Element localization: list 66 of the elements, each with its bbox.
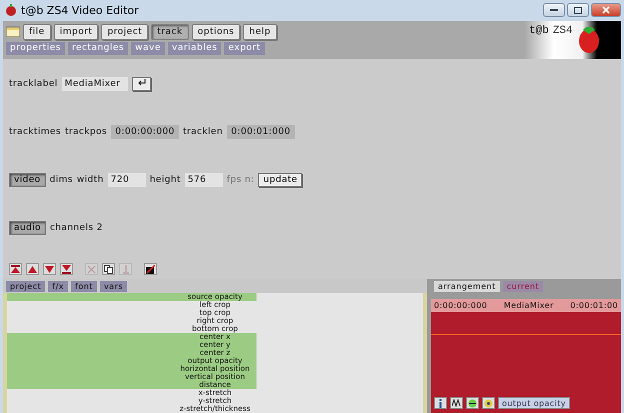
folder-icon[interactable] [6, 26, 20, 38]
track-name: MediaMixer [504, 301, 554, 310]
wave-button[interactable] [450, 397, 463, 409]
paste-icon [121, 264, 130, 274]
field-label: tracktimes [9, 127, 61, 137]
start-time: 0:00:00:000 [434, 301, 488, 310]
panel-tab[interactable]: f/x [48, 281, 68, 292]
toolbar-button[interactable] [60, 263, 73, 275]
move-to-bottom-icon [62, 264, 71, 274]
width-field[interactable]: 720 [108, 173, 146, 187]
window-title: t@b ZS4 Video Editor [21, 4, 140, 17]
field-label: dims [50, 175, 73, 185]
scissors-icon [87, 264, 96, 274]
move-to-top-icon [11, 264, 20, 274]
panel-tab[interactable]: font [71, 281, 97, 292]
menu-button[interactable]: options [192, 24, 240, 40]
info-icon [438, 398, 443, 408]
panel-tab[interactable]: vars [100, 281, 128, 292]
output-opacity-button[interactable]: output opacity [498, 397, 570, 409]
panel-tab[interactable]: arrangement [434, 281, 500, 292]
menu-button[interactable]: help [243, 24, 277, 40]
wave-icon [452, 399, 461, 407]
triangle-down-icon [45, 266, 54, 272]
track-label-field[interactable]: MediaMixer [62, 77, 128, 91]
logo-text: t@b [529, 24, 549, 37]
menu-button[interactable]: project [101, 24, 148, 40]
toolbar-button[interactable] [144, 263, 157, 275]
minimize-button[interactable] [543, 3, 565, 18]
close-icon [602, 6, 610, 14]
field-label: tracklabel [9, 79, 58, 89]
field-label: fps n: [226, 175, 254, 185]
height-field[interactable]: 576 [184, 173, 223, 187]
close-button[interactable] [591, 3, 621, 18]
toolbar-button[interactable] [9, 263, 22, 275]
audio-toggle[interactable]: audio [9, 221, 46, 235]
field-label: width [76, 175, 104, 185]
update-button[interactable]: update [258, 173, 302, 187]
menu-button[interactable]: file [23, 24, 51, 40]
video-toggle[interactable]: video [9, 173, 46, 187]
triangle-up-icon [28, 266, 37, 272]
field-label: channels 2 [50, 223, 103, 233]
connect-button[interactable] [466, 397, 479, 409]
maximize-button[interactable] [567, 3, 589, 18]
marker-button[interactable] [482, 397, 495, 409]
field-label: height [150, 175, 181, 185]
connector-icon [468, 398, 477, 408]
field-label: tracklen [182, 127, 223, 137]
menu-button[interactable]: track [151, 24, 189, 40]
track-length-field[interactable]: 0:00:01:000 [226, 125, 295, 139]
field-label: trackpos [64, 127, 107, 137]
minimize-icon [550, 8, 558, 12]
enter-button[interactable] [132, 77, 151, 91]
return-icon [136, 79, 146, 86]
menu-button[interactable]: import [54, 24, 98, 40]
strawberry-icon [576, 24, 601, 55]
track-position-field[interactable]: 0:00:00:000 [110, 125, 179, 139]
circle-icon [484, 398, 493, 408]
copy-icon [104, 264, 113, 274]
panel-tab[interactable]: project [6, 281, 46, 292]
logo-text: ZS4 [552, 24, 573, 37]
toolbar-button[interactable] [102, 263, 115, 275]
info-button[interactable] [434, 397, 447, 409]
delete-icon [146, 264, 155, 274]
end-time: 0:00:01:00 [570, 301, 618, 310]
maximize-icon [574, 6, 582, 14]
app-icon [5, 4, 17, 16]
